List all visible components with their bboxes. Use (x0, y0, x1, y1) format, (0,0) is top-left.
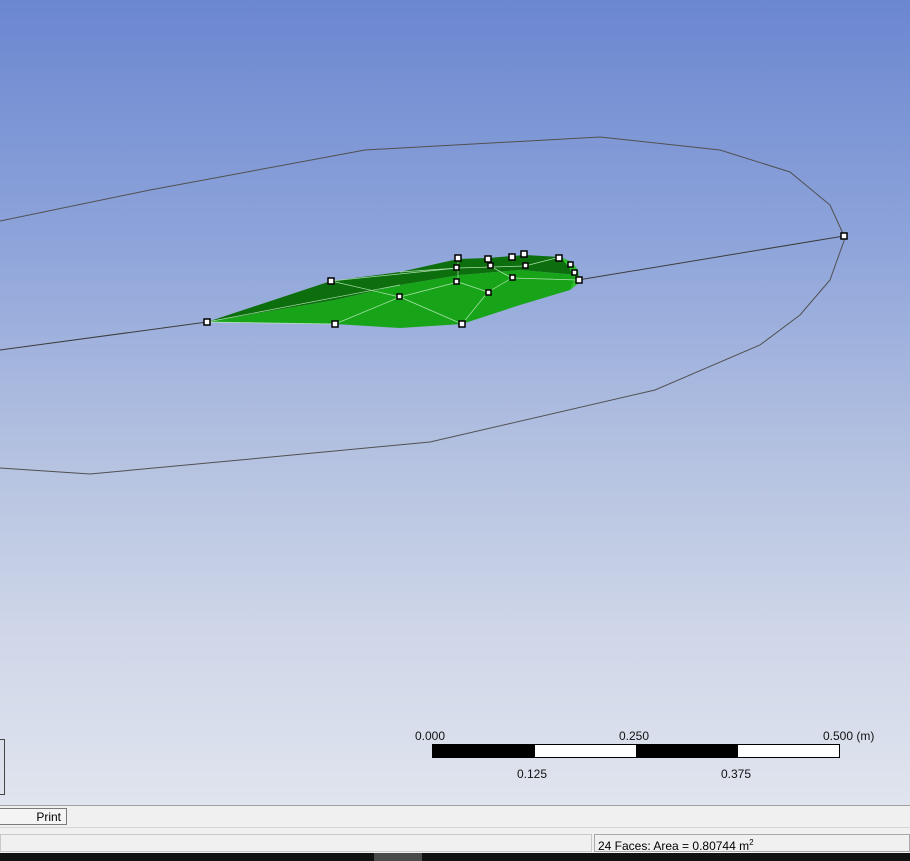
vertex-handle[interactable] (327, 277, 335, 285)
scale-bar (432, 744, 840, 758)
scroll-thumb[interactable] (374, 853, 422, 861)
vertex-handle[interactable] (840, 232, 848, 240)
vertex-handle[interactable] (458, 320, 466, 328)
scale-bar-segment (636, 745, 738, 757)
view-tabstrip: Print Preview (0, 805, 910, 841)
scale-bar-segment (433, 745, 535, 757)
vertex-handle[interactable] (484, 255, 492, 263)
vertex-handle[interactable] (485, 289, 492, 296)
scale-label-0250: 0.250 (619, 729, 650, 743)
axis-line-right[interactable] (577, 235, 845, 281)
scale-bar-segment (534, 745, 636, 757)
vertex-handle[interactable] (396, 293, 403, 300)
vertex-handle[interactable] (508, 253, 516, 261)
status-message-cell (0, 834, 592, 852)
selection-info: 24 Faces: Area = 0.80744 m2 (594, 834, 910, 853)
scale-label-0375: 0.375 (721, 767, 752, 781)
status-bar: 24 Faces: Area = 0.80744 m2 (0, 833, 910, 853)
vertex-handle[interactable] (520, 250, 528, 258)
vertex-handle[interactable] (454, 254, 462, 262)
vertex-handle[interactable] (487, 262, 494, 269)
scale-label-0: 0.000 (415, 729, 446, 743)
vertex-handle[interactable] (575, 276, 583, 284)
vertex-handle[interactable] (203, 318, 211, 326)
scale-label-0125: 0.125 (517, 767, 548, 781)
taskbar-strip (0, 853, 910, 861)
vertex-handle[interactable] (453, 278, 460, 285)
selection-area-text: 24 Faces: Area = 0.80744 m (598, 839, 750, 853)
axis-line-left[interactable] (0, 321, 208, 351)
vertex-handle[interactable] (453, 264, 460, 271)
vertex-handle[interactable] (522, 262, 529, 269)
model-scene[interactable] (0, 0, 910, 805)
vertex-handle[interactable] (331, 320, 339, 328)
vertex-handle[interactable] (567, 261, 574, 268)
enclosure-outline-top[interactable] (0, 136, 846, 239)
vertex-handle[interactable] (571, 269, 578, 276)
panel-edge (0, 739, 5, 795)
vertex-handle[interactable] (509, 274, 516, 281)
tab-print-preview[interactable]: Print Preview (0, 808, 67, 841)
area-unit-exponent: 2 (749, 838, 754, 847)
scale-label-0500: 0.500 (m) (823, 729, 875, 743)
graphics-viewport[interactable]: 0.000 0.250 0.500 (m) 0.125 0.375 (0, 0, 910, 805)
vertex-handle[interactable] (555, 254, 563, 262)
scale-bar-segment (737, 745, 839, 757)
